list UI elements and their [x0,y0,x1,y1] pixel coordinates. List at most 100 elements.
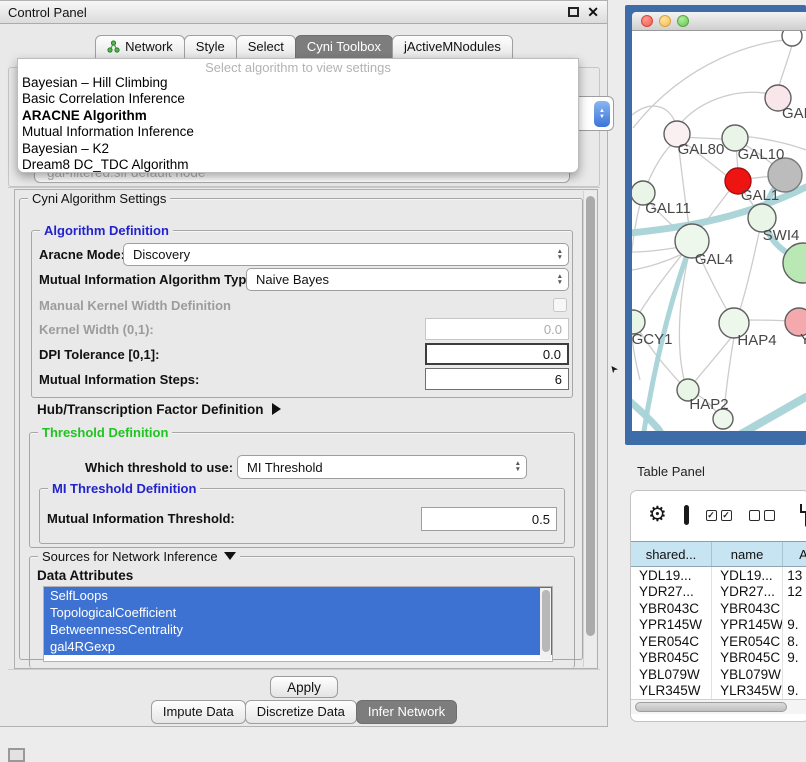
table-row[interactable]: YDL19...YDL19...13 [631,567,806,584]
close-icon[interactable]: ✕ [587,7,599,17]
cell[interactable]: YBR045C [631,650,712,667]
table-hscrollbar [631,699,806,714]
mi-steps-label: Mutual Information Steps: [39,372,199,387]
attribute-item-topologicalcoefficient[interactable]: TopologicalCoefficient [44,604,552,621]
network-window-titlebar[interactable] [632,12,806,31]
column-header-shared[interactable]: shared... [631,542,712,566]
tab-infer-network[interactable]: Infer Network [356,700,457,724]
table-hscrollbar-thumb[interactable] [635,702,787,712]
dropdown-item-bayesian-hill-climbing[interactable]: Bayesian – Hill Climbing [18,75,578,91]
stepper-icon[interactable]: ▲▼ [515,461,521,473]
sources-title: Sources for Network Inference [42,549,218,564]
dpi-tolerance-field[interactable]: 0.0 [425,343,569,365]
attributes-scrollbar-thumb[interactable] [542,590,550,652]
mi-steps-field[interactable]: 6 [425,368,569,390]
tab-select[interactable]: Select [236,35,296,59]
kernel-width-field[interactable]: 0.0 [425,318,569,340]
cell[interactable] [783,666,806,683]
cell[interactable]: 9. [783,617,806,634]
cell[interactable]: YDR27... [631,584,712,601]
dropdown-item-mutual-information-inference[interactable]: Mutual Information Inference [18,124,578,140]
table-row[interactable]: YBR043CYBR043C [631,600,806,617]
dropdown-item-bayesian-k2[interactable]: Bayesian – K2 [18,141,578,157]
apply-label: Apply [287,680,321,695]
cell[interactable]: YDL19... [712,567,783,584]
manual-kernel-checkbox[interactable] [553,298,567,312]
cell[interactable]: YBR045C [712,650,783,667]
dropdown-item-aracne-algorithm[interactable]: ARACNE Algorithm [18,108,578,124]
cell[interactable]: YLR345W [712,683,783,700]
separator [8,669,600,670]
settings-scrollbar-thumb[interactable] [586,196,595,636]
tab-style[interactable]: Style [184,35,237,59]
close-traffic-light-icon[interactable] [641,15,653,27]
mi-threshold-field[interactable]: 0.5 [421,507,557,531]
cell[interactable]: 13 [783,567,806,584]
zoom-traffic-light-icon[interactable] [677,15,689,27]
cell[interactable]: 9. [783,650,806,667]
cell[interactable]: YPR145W [631,617,712,634]
cell[interactable]: 12 [783,584,806,601]
dock-grip[interactable] [8,748,25,762]
tab-cyni-toolbox[interactable]: Cyni Toolbox [295,35,393,59]
deselect-all-icon[interactable] [749,510,775,521]
cyni-settings-viewport: Cyni Algorithm Settings Algorithm Defini… [14,189,598,669]
cell[interactable]: YPR145W [712,617,783,634]
tab-jactivemnodules[interactable]: jActiveMNodules [392,35,513,59]
tab-discretize-data[interactable]: Discretize Data [245,700,357,724]
control-panel-window: Control Panel ✕ NetworkStyleSelectCyni T… [0,0,608,727]
hub-definition-expander[interactable]: Hub/Transcription Factor Definition [37,402,281,417]
select-all-icon[interactable]: ✓✓ [706,510,732,521]
apply-button[interactable]: Apply [270,676,338,698]
table-row[interactable]: YPR145WYPR145W9. [631,617,806,634]
network-edge [779,45,792,86]
attribute-item-betweennesscentrality[interactable]: BetweennessCentrality [44,621,552,638]
node-label: GAL4 [695,251,733,268]
stepper-icon[interactable]: ▲▼ [557,249,563,261]
cell[interactable]: YBL079W [631,666,712,683]
network-node[interactable] [782,31,802,46]
mi-threshold-value: 0.5 [532,512,550,527]
node-label: SWI4 [763,227,800,244]
cell[interactable]: YBL079W [712,666,783,683]
minimize-traffic-light-icon[interactable] [659,15,671,27]
aracne-mode-select[interactable]: Discovery ▲▼ [123,243,569,266]
expander-arrow-icon[interactable] [272,403,281,415]
cell[interactable]: 9. [783,683,806,700]
tab-network[interactable]: Network [95,35,185,59]
table-row[interactable]: YBR045CYBR045C9. [631,650,806,667]
column-header-a[interactable]: A [783,542,806,566]
cell[interactable]: YBR043C [631,600,712,617]
stepper-icon[interactable]: ▲▼ [557,274,563,286]
network-canvas[interactable]: GALGAL80GAL10GAL1GAL11SWI4GAL4GCY1HAP4YH… [632,31,806,431]
table-row[interactable]: YLR345WYLR345W9. [631,683,806,700]
table-row[interactable]: YBL079WYBL079W [631,666,806,683]
gear-icon[interactable]: ⚙ [648,505,667,525]
cell[interactable]: YBR043C [712,600,783,617]
dropdown-item-basic-correlation-inference[interactable]: Basic Correlation Inference [18,91,578,107]
cell[interactable]: YLR345W [631,683,712,700]
column-view-icon[interactable] [684,505,689,525]
combobox-stepper-icon[interactable]: ▲▼ [594,101,610,127]
node-label: GAL11 [645,200,691,217]
group-title: MI Threshold Definition [48,481,200,496]
which-threshold-select[interactable]: MI Threshold ▲▼ [237,455,527,479]
cell[interactable]: YER054C [712,633,783,650]
cell[interactable]: YDR27... [712,584,783,601]
attribute-item-gal4rgexp[interactable]: gal4RGexp [44,638,552,655]
table-row[interactable]: YER054CYER054C8. [631,633,806,650]
float-window-icon[interactable] [568,7,579,17]
attribute-item-selfloops[interactable]: SelfLoops [44,587,552,604]
mi-algorithm-type-select[interactable]: Naive Bayes ▲▼ [246,268,569,291]
column-header-name[interactable]: name [712,542,783,566]
cell[interactable]: YDL19... [631,567,712,584]
cell[interactable]: YER054C [631,633,712,650]
tab-impute-data[interactable]: Impute Data [151,700,246,724]
collapse-arrow-icon[interactable] [224,552,236,560]
dropdown-item-dream8-dc-tdc-algorithm[interactable]: Dream8 DC_TDC Algorithm [18,157,578,173]
cell[interactable]: 8. [783,633,806,650]
sources-expander[interactable]: Sources for Network Inference [38,549,240,564]
cell[interactable] [783,600,806,617]
table-row[interactable]: YDR27...YDR27...12 [631,584,806,601]
dropdown-items: Bayesian – Hill ClimbingBasic Correlatio… [18,75,578,173]
